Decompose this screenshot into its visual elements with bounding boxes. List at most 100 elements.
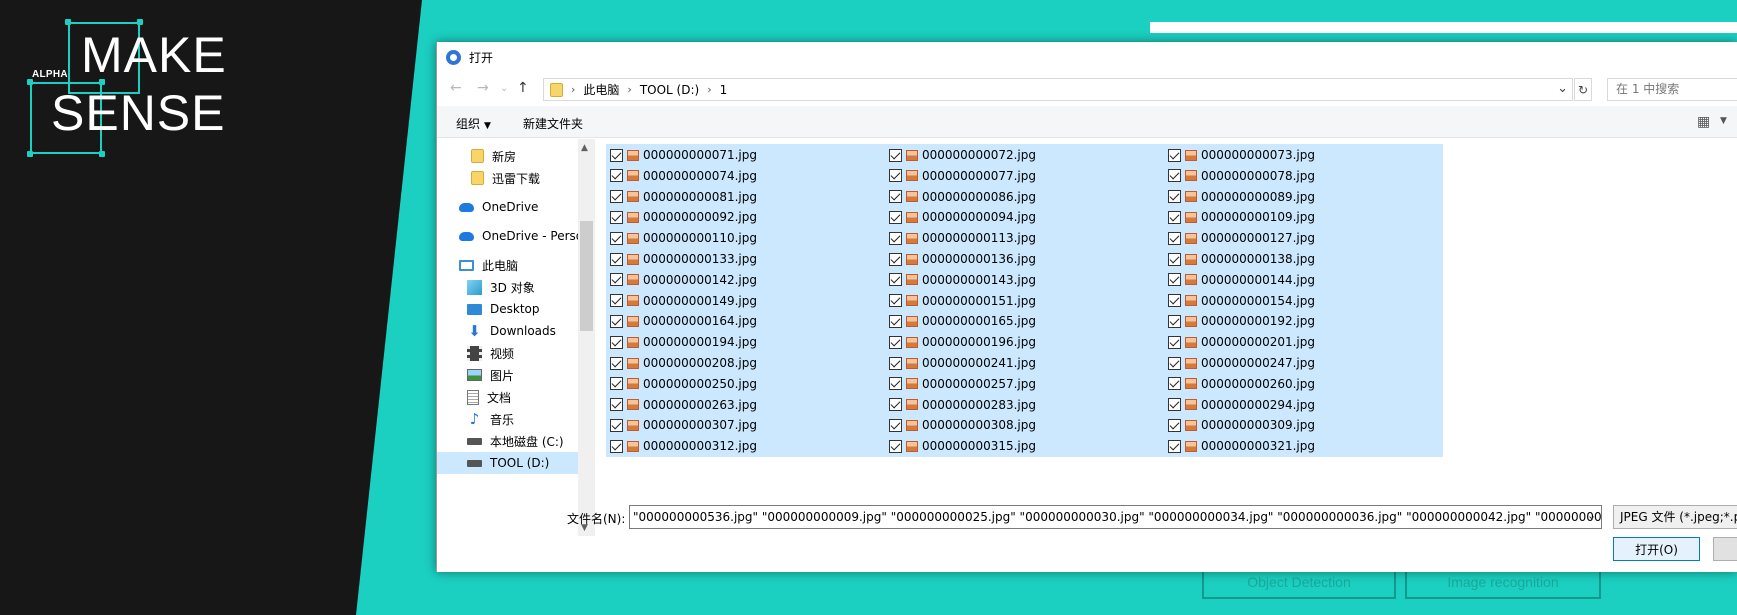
file-checkbox[interactable] [1168, 148, 1181, 162]
chevron-right-icon[interactable]: › [707, 83, 711, 96]
file-item[interactable]: 000000000149.jpg [606, 289, 885, 312]
file-checkbox[interactable] [610, 148, 623, 162]
file-checkbox[interactable] [1168, 377, 1181, 391]
file-item[interactable]: 000000000077.jpg [885, 164, 1164, 187]
caret-down-icon[interactable]: ▼ [1720, 116, 1727, 126]
file-checkbox[interactable] [889, 294, 902, 308]
nav-tree-item[interactable]: Desktop [437, 298, 578, 320]
file-item[interactable]: 000000000127.jpg [1164, 227, 1443, 250]
chevron-down-icon[interactable]: ⌄ [1587, 509, 1596, 522]
file-checkbox[interactable] [610, 418, 623, 432]
nav-tree-item[interactable]: 本地磁盘 (C:) [437, 430, 578, 452]
file-item[interactable]: 000000000312.jpg [606, 435, 885, 458]
file-item[interactable]: 000000000315.jpg [885, 435, 1164, 458]
address-bar[interactable]: › 此电脑 › TOOL (D:) › 1 ⌄ [543, 78, 1573, 101]
chevron-right-icon[interactable]: › [627, 83, 631, 96]
file-item[interactable]: 000000000263.jpg [606, 393, 885, 416]
recent-locations-icon[interactable]: ⌄ [500, 83, 508, 94]
file-item[interactable]: 000000000078.jpg [1164, 164, 1443, 187]
file-checkbox[interactable] [889, 231, 902, 245]
file-item[interactable]: 000000000113.jpg [885, 227, 1164, 250]
nav-tree-item[interactable]: OneDrive - Perso [437, 225, 578, 247]
nav-tree-item[interactable]: OneDrive [437, 196, 578, 218]
file-checkbox[interactable] [610, 252, 623, 266]
file-checkbox[interactable] [889, 148, 902, 162]
file-checkbox[interactable] [1168, 169, 1181, 183]
file-checkbox[interactable] [610, 335, 623, 349]
up-arrow-icon[interactable]: ↑ [517, 80, 529, 96]
file-checkbox[interactable] [889, 190, 902, 204]
file-item[interactable]: 000000000196.jpg [885, 331, 1164, 354]
file-item[interactable]: 000000000308.jpg [885, 414, 1164, 437]
file-checkbox[interactable] [610, 439, 623, 453]
file-checkbox[interactable] [1168, 231, 1181, 245]
file-checkbox[interactable] [889, 314, 902, 328]
file-checkbox[interactable] [610, 231, 623, 245]
file-item[interactable]: 000000000257.jpg [885, 372, 1164, 395]
file-checkbox[interactable] [1168, 335, 1181, 349]
file-checkbox[interactable] [889, 252, 902, 266]
view-options-icon[interactable]: ▦ [1697, 114, 1710, 130]
file-checkbox[interactable] [610, 190, 623, 204]
file-checkbox[interactable] [610, 377, 623, 391]
nav-tree-item[interactable]: TOOL (D:) [437, 452, 578, 474]
refresh-icon[interactable]: ↻ [1574, 78, 1592, 101]
file-item[interactable]: 000000000071.jpg [606, 144, 885, 166]
file-checkbox[interactable] [889, 335, 902, 349]
nav-tree-item[interactable]: 新房 [437, 145, 578, 167]
file-checkbox[interactable] [1168, 439, 1181, 453]
file-checkbox[interactable] [1168, 314, 1181, 328]
nav-tree-item[interactable]: 3D 对象 [437, 276, 578, 298]
file-checkbox[interactable] [1168, 418, 1181, 432]
file-item[interactable]: 000000000307.jpg [606, 414, 885, 437]
file-item[interactable]: 000000000144.jpg [1164, 268, 1443, 291]
file-checkbox[interactable] [889, 169, 902, 183]
file-checkbox[interactable] [1168, 398, 1181, 412]
file-checkbox[interactable] [1168, 210, 1181, 224]
file-item[interactable]: 000000000072.jpg [885, 144, 1164, 166]
file-item[interactable]: 000000000250.jpg [606, 372, 885, 395]
filetype-select[interactable]: JPEG 文件 (*.jpeg;*.png [1613, 505, 1737, 529]
file-item[interactable]: 000000000201.jpg [1164, 331, 1443, 354]
organize-button[interactable]: 组织 ▼ [456, 115, 491, 132]
file-item[interactable]: 000000000208.jpg [606, 352, 885, 374]
file-checkbox[interactable] [889, 398, 902, 412]
nav-tree-item[interactable]: ⬇ Downloads [437, 320, 578, 342]
file-checkbox[interactable] [1168, 273, 1181, 287]
file-checkbox[interactable] [1168, 294, 1181, 308]
file-item[interactable]: 000000000081.jpg [606, 185, 885, 208]
file-item[interactable]: 000000000283.jpg [885, 393, 1164, 416]
nav-tree-item[interactable]: 此电脑 [437, 254, 578, 276]
cancel-button[interactable] [1713, 537, 1737, 561]
file-item[interactable]: 000000000133.jpg [606, 248, 885, 270]
file-item[interactable]: 000000000086.jpg [885, 185, 1164, 208]
file-item[interactable]: 000000000294.jpg [1164, 393, 1443, 416]
back-arrow-icon[interactable]: ← [450, 80, 462, 96]
file-item[interactable]: 000000000094.jpg [885, 206, 1164, 229]
file-checkbox[interactable] [610, 294, 623, 308]
nav-tree-item[interactable]: 图片 [437, 364, 578, 386]
nav-tree-item[interactable]: ♪ 音乐 [437, 408, 578, 430]
file-item[interactable]: 000000000247.jpg [1164, 352, 1443, 374]
file-checkbox[interactable] [889, 273, 902, 287]
file-item[interactable]: 000000000089.jpg [1164, 185, 1443, 208]
file-checkbox[interactable] [889, 418, 902, 432]
file-checkbox[interactable] [889, 439, 902, 453]
file-checkbox[interactable] [610, 356, 623, 370]
chevron-right-icon[interactable]: › [571, 83, 575, 96]
file-item[interactable]: 000000000192.jpg [1164, 310, 1443, 333]
file-item[interactable]: 000000000165.jpg [885, 310, 1164, 333]
scroll-up-arrow-icon[interactable]: ▲ [581, 143, 588, 153]
file-item[interactable]: 000000000109.jpg [1164, 206, 1443, 229]
file-item[interactable]: 000000000143.jpg [885, 268, 1164, 291]
chevron-down-icon[interactable]: ⌄ [1557, 81, 1568, 96]
file-checkbox[interactable] [610, 210, 623, 224]
nav-tree-item[interactable]: 文档 [437, 386, 578, 408]
open-button[interactable]: 打开(O) [1613, 537, 1700, 561]
file-item[interactable]: 000000000136.jpg [885, 248, 1164, 270]
new-folder-button[interactable]: 新建文件夹 [523, 115, 583, 132]
file-item[interactable]: 000000000074.jpg [606, 164, 885, 187]
file-checkbox[interactable] [610, 169, 623, 183]
file-item[interactable]: 000000000110.jpg [606, 227, 885, 250]
file-item[interactable]: 000000000309.jpg [1164, 414, 1443, 437]
